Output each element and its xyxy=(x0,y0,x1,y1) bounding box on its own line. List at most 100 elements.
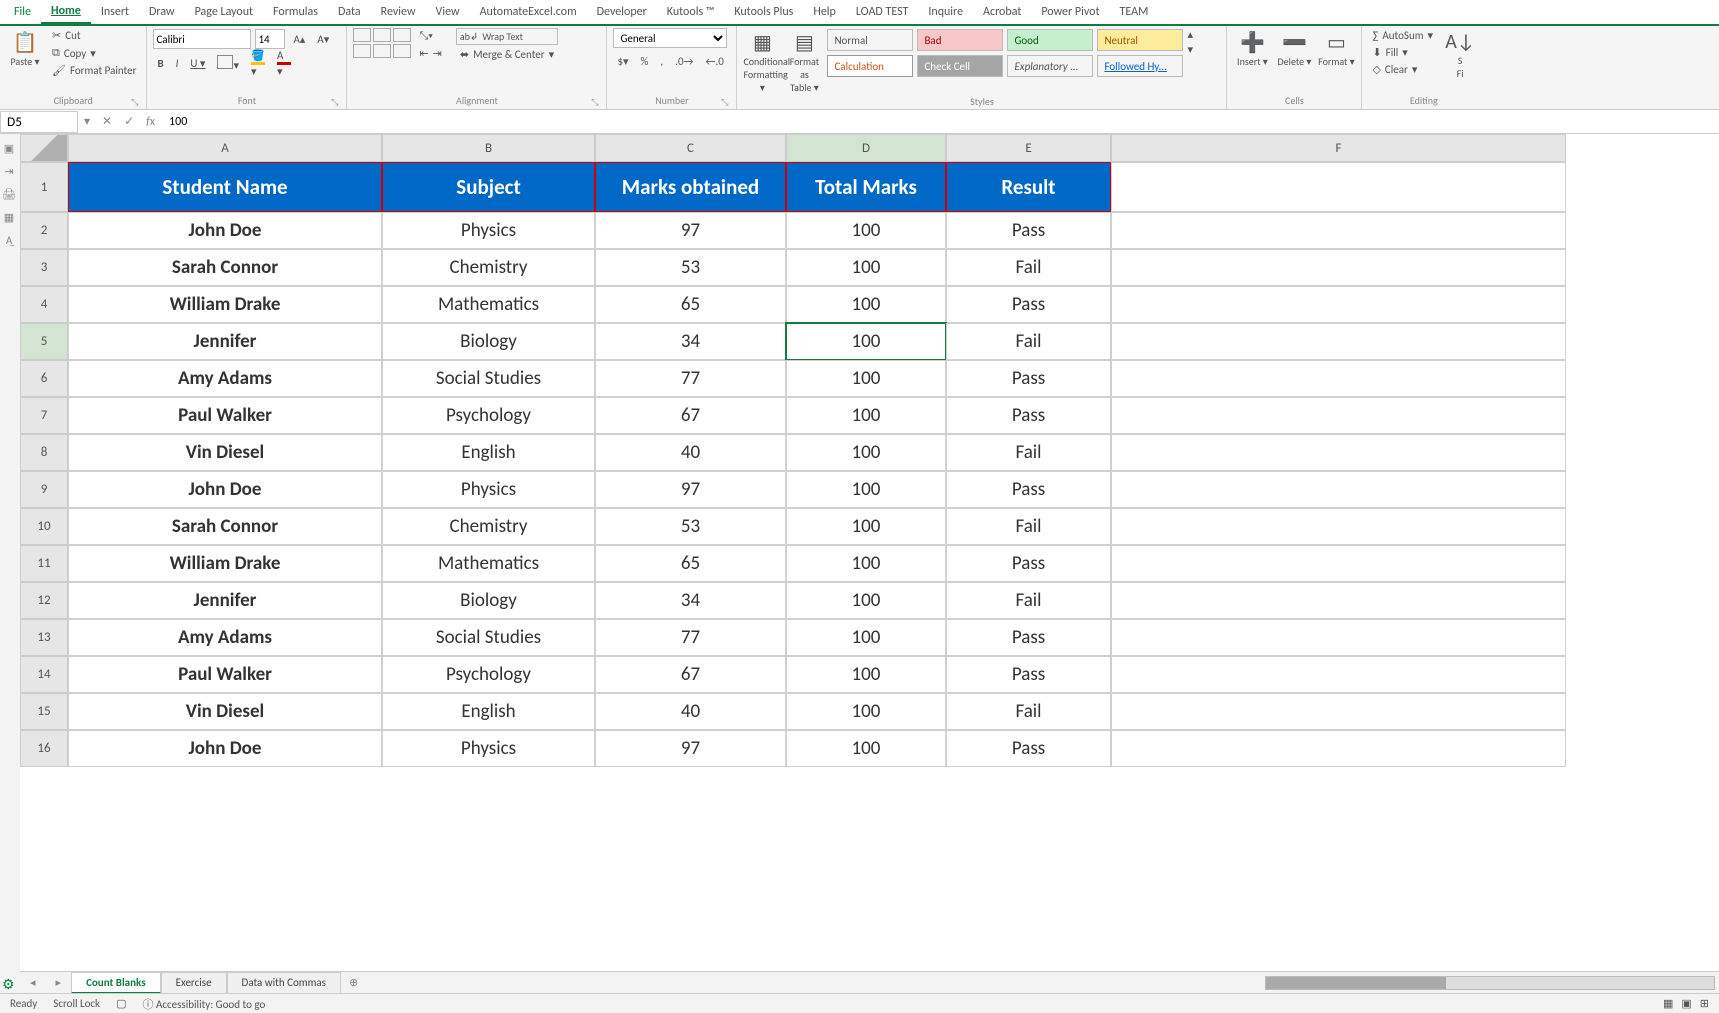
cell-C16[interactable]: 97 xyxy=(595,730,786,767)
cell-B6[interactable]: Social Studies xyxy=(382,360,595,397)
cell-style-calculation[interactable]: Calculation xyxy=(827,55,913,77)
alignment-dialog-icon[interactable]: ⤡ xyxy=(591,95,598,111)
cell-A7[interactable]: Paul Walker xyxy=(68,397,382,434)
cell-E11[interactable]: Pass xyxy=(946,545,1111,582)
cell-F5[interactable] xyxy=(1111,323,1566,360)
col-header-E[interactable]: E xyxy=(946,134,1111,162)
comma-button[interactable]: , xyxy=(656,55,667,68)
cell-B11[interactable]: Mathematics xyxy=(382,545,595,582)
cell-B3[interactable]: Chemistry xyxy=(382,249,595,286)
add-sheet-button[interactable]: ⊕ xyxy=(341,973,366,992)
cell-D12[interactable]: 100 xyxy=(786,582,946,619)
insert-button[interactable]: ➕Insert ▾ xyxy=(1233,28,1271,68)
sheet-tab-exercise[interactable]: Exercise xyxy=(161,972,227,994)
cell-E14[interactable]: Pass xyxy=(946,656,1111,693)
cell-D8[interactable]: 100 xyxy=(786,434,946,471)
cell-D4[interactable]: 100 xyxy=(786,286,946,323)
cell-B12[interactable]: Biology xyxy=(382,582,595,619)
ribbon-tab-review[interactable]: Review xyxy=(371,1,426,23)
cell-E10[interactable]: Fail xyxy=(946,508,1111,545)
font-color-button[interactable]: A▾ xyxy=(273,49,295,78)
clear-button[interactable]: ◇Clear ▾ xyxy=(1368,62,1437,77)
cell-A11[interactable]: William Drake xyxy=(68,545,382,582)
number-dialog-icon[interactable]: ⤡ xyxy=(721,95,728,111)
cell-B13[interactable]: Social Studies xyxy=(382,619,595,656)
cell-F7[interactable] xyxy=(1111,397,1566,434)
fill-color-button[interactable]: 🪣▾ xyxy=(247,49,269,78)
font-size-input[interactable] xyxy=(255,29,285,49)
cell-D9[interactable]: 100 xyxy=(786,471,946,508)
ribbon-tab-draw[interactable]: Draw xyxy=(139,1,185,23)
cancel-formula-icon[interactable]: ✕ xyxy=(102,114,112,129)
cell-F13[interactable] xyxy=(1111,619,1566,656)
align-bottom-button[interactable] xyxy=(393,28,411,42)
align-center-button[interactable] xyxy=(373,44,391,58)
cell-style-bad[interactable]: Bad xyxy=(917,29,1003,51)
ribbon-tab-insert[interactable]: Insert xyxy=(91,1,139,23)
row-header-2[interactable]: 2 xyxy=(20,212,68,249)
sheet-nav-next[interactable]: ▸ xyxy=(46,976,72,989)
cell-F14[interactable] xyxy=(1111,656,1566,693)
sheet-tab-count-blanks[interactable]: Count Blanks xyxy=(71,972,161,994)
macro-record-icon[interactable]: ▢ xyxy=(116,997,126,1010)
sheet-nav-prev[interactable]: ◂ xyxy=(20,976,46,989)
cell-C13[interactable]: 77 xyxy=(595,619,786,656)
cell-E3[interactable]: Fail xyxy=(946,249,1111,286)
cell-D11[interactable]: 100 xyxy=(786,545,946,582)
align-middle-button[interactable] xyxy=(373,28,391,42)
paste-button[interactable]: 📋 Paste ▾ xyxy=(6,28,44,68)
cell-F2[interactable] xyxy=(1111,212,1566,249)
cell-C7[interactable]: 67 xyxy=(595,397,786,434)
row-header-8[interactable]: 8 xyxy=(20,434,68,471)
row-header-3[interactable]: 3 xyxy=(20,249,68,286)
cell-A2[interactable]: John Doe xyxy=(68,212,382,249)
cell-B9[interactable]: Physics xyxy=(382,471,595,508)
cell-E6[interactable]: Pass xyxy=(946,360,1111,397)
enter-formula-icon[interactable]: ✓ xyxy=(124,114,134,129)
cell-F15[interactable] xyxy=(1111,693,1566,730)
sheet-tab-data-with-commas[interactable]: Data with Commas xyxy=(227,972,341,994)
cell-A15[interactable]: Vin Diesel xyxy=(68,693,382,730)
row-header-14[interactable]: 14 xyxy=(20,656,68,693)
italic-button[interactable]: I xyxy=(172,57,183,70)
page-layout-view-icon[interactable]: ▣ xyxy=(1681,997,1691,1010)
decrease-indent-button[interactable]: ⇤ xyxy=(419,47,428,60)
cell-E2[interactable]: Pass xyxy=(946,212,1111,249)
col-header-C[interactable]: C xyxy=(595,134,786,162)
cell-E12[interactable]: Fail xyxy=(946,582,1111,619)
cell-F4[interactable] xyxy=(1111,286,1566,323)
cell-F12[interactable] xyxy=(1111,582,1566,619)
cell-A6[interactable]: Amy Adams xyxy=(68,360,382,397)
cell-B15[interactable]: English xyxy=(382,693,595,730)
format-painter-button[interactable]: 🖌Format Painter xyxy=(48,63,140,78)
cell-F11[interactable] xyxy=(1111,545,1566,582)
cell-D7[interactable]: 100 xyxy=(786,397,946,434)
cell-B7[interactable]: Psychology xyxy=(382,397,595,434)
cell-A3[interactable]: Sarah Connor xyxy=(68,249,382,286)
cell-F8[interactable] xyxy=(1111,434,1566,471)
cell-A4[interactable]: William Drake xyxy=(68,286,382,323)
cell-E5[interactable]: Fail xyxy=(946,323,1111,360)
row-header-10[interactable]: 10 xyxy=(20,508,68,545)
increase-decimal-button[interactable]: .0→ xyxy=(671,55,697,68)
ribbon-tab-developer[interactable]: Developer xyxy=(587,1,657,23)
cell-F16[interactable] xyxy=(1111,730,1566,767)
table-header-4[interactable]: Result xyxy=(946,162,1111,212)
cell-A16[interactable]: John Doe xyxy=(68,730,382,767)
col-header-A[interactable]: A xyxy=(68,134,382,162)
cell-D15[interactable]: 100 xyxy=(786,693,946,730)
sheet-area[interactable]: ABCDEF1Student NameSubjectMarks obtained… xyxy=(20,134,1719,971)
align-top-button[interactable] xyxy=(353,28,371,42)
ribbon-tab-file[interactable]: File xyxy=(4,1,41,23)
cell-C14[interactable]: 67 xyxy=(595,656,786,693)
cell-B14[interactable]: Psychology xyxy=(382,656,595,693)
cell-D13[interactable]: 100 xyxy=(786,619,946,656)
align-left-button[interactable] xyxy=(353,44,371,58)
cell-E15[interactable]: Fail xyxy=(946,693,1111,730)
cell-style-explanatory-[interactable]: Explanatory ... xyxy=(1007,55,1093,77)
row-header-12[interactable]: 12 xyxy=(20,582,68,619)
cell-A12[interactable]: Jennifer xyxy=(68,582,382,619)
number-format-select[interactable]: General xyxy=(613,28,727,48)
cell-A5[interactable]: Jennifer xyxy=(68,323,382,360)
cell-C3[interactable]: 53 xyxy=(595,249,786,286)
